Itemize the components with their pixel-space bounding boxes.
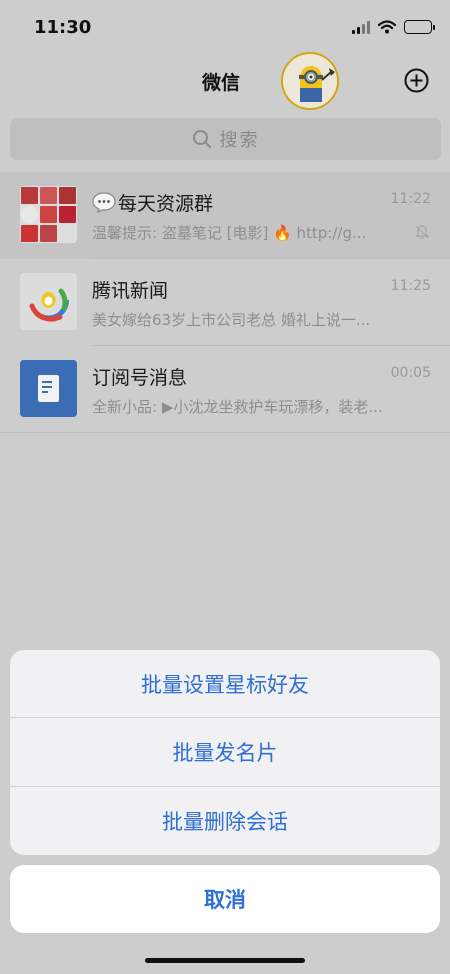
search-bar[interactable]: 搜索 xyxy=(10,118,441,160)
status-time: 11:30 xyxy=(34,17,92,38)
chat-bubble-icon xyxy=(92,192,116,214)
chat-row[interactable]: 订阅号消息 全新小品: ▶小沈龙坐救护车玩漂移，装老... 00:05 xyxy=(0,346,450,433)
chat-name: 订阅号消息 xyxy=(92,367,188,389)
chat-row[interactable]: 每天资源群 温馨提示: 盗墓笔记 [电影] 🔥 http://g... 11:2… xyxy=(0,172,450,259)
wifi-icon xyxy=(378,20,396,34)
chat-list: 每天资源群 温馨提示: 盗墓笔记 [电影] 🔥 http://g... 11:2… xyxy=(0,172,450,433)
page-title: 微信 xyxy=(201,72,240,94)
chat-preview: 全新小品: ▶小沈龙坐救护车玩漂移，装老... xyxy=(92,398,383,416)
chat-time: 11:22 xyxy=(390,191,431,207)
chat-time: 11:25 xyxy=(390,278,431,294)
search-placeholder: 搜索 xyxy=(219,130,260,151)
cancel-button[interactable]: 取消 xyxy=(10,865,440,933)
chat-preview: 美女嫁给63岁上市公司老总 婚礼上说一... xyxy=(92,311,371,329)
home-indicator[interactable] xyxy=(145,958,305,963)
battery-icon xyxy=(404,20,435,34)
chat-name: 每天资源群 xyxy=(92,189,213,216)
search-icon xyxy=(192,130,211,148)
chat-row[interactable]: 腾讯新闻 美女嫁给63岁上市公司老总 婚礼上说一... 11:25 xyxy=(0,259,450,346)
chat-name: 腾讯新闻 xyxy=(92,280,169,302)
plus-circle-icon[interactable] xyxy=(404,68,429,93)
status-bar: 11:30 xyxy=(0,0,450,50)
batch-star-friends-button[interactable]: 批量设置星标好友 xyxy=(10,650,440,719)
chat-preview: 温馨提示: 盗墓笔记 [电影] 🔥 http://g... xyxy=(92,224,367,242)
status-icons xyxy=(352,19,435,35)
mute-bell-icon xyxy=(415,225,429,239)
batch-send-card-button[interactable]: 批量发名片 xyxy=(10,718,440,787)
action-sheet: 批量设置星标好友 批量发名片 批量删除会话 xyxy=(10,650,440,855)
batch-delete-chats-button[interactable]: 批量删除会话 xyxy=(10,787,440,855)
cellular-signal-icon xyxy=(352,20,370,34)
chat-time: 00:05 xyxy=(390,365,431,381)
nav-bar: 微信 xyxy=(0,50,450,110)
minion-avatar[interactable] xyxy=(281,52,339,110)
tencent-news-avatar xyxy=(20,273,77,330)
subscription-avatar xyxy=(20,360,77,417)
chat-name-text: 每天资源群 xyxy=(118,193,214,215)
row-divider xyxy=(0,432,450,433)
group-avatar-grid xyxy=(20,186,77,243)
